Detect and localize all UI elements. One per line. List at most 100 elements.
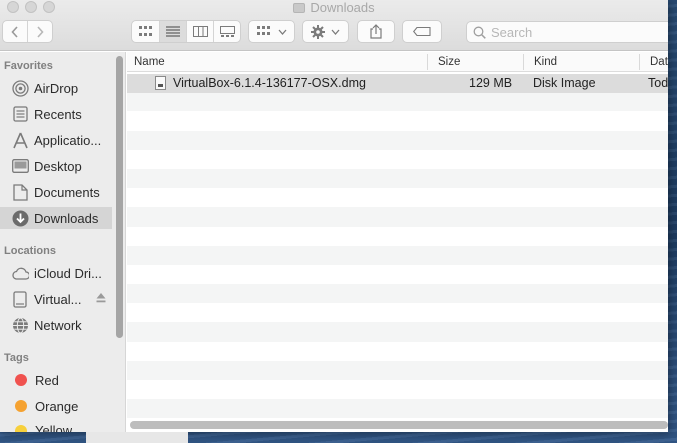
disk-image-file-icon: [155, 76, 166, 90]
locations-header: Locations: [4, 245, 56, 257]
search-field[interactable]: [466, 21, 668, 43]
column-view-icon: [192, 26, 208, 37]
sidebar: Favorites AirDrop Recents Applicatio... …: [0, 52, 126, 432]
empty-row: [127, 188, 668, 207]
column-header-size[interactable]: Size: [438, 56, 460, 68]
red-tag-icon: [15, 374, 27, 386]
sidebar-item-airdrop[interactable]: AirDrop: [0, 77, 112, 99]
file-name: VirtualBox-6.1.4-136177-OSX.dmg: [173, 76, 366, 90]
sidebar-item-label: Desktop: [34, 158, 82, 174]
file-date: Tod: [648, 76, 668, 90]
toolbar: Downloads: [0, 0, 668, 51]
file-kind: Disk Image: [533, 76, 596, 90]
folder-icon: [293, 3, 306, 13]
empty-row: [127, 168, 668, 189]
edit-tags-button[interactable]: [402, 20, 442, 43]
navigation-group: [2, 20, 53, 43]
share-button[interactable]: [357, 20, 395, 43]
sidebar-item-label: Applicatio...: [34, 132, 102, 148]
empty-row: [127, 150, 668, 169]
file-list: Name Size Kind Date: [127, 52, 668, 432]
icon-view-button[interactable]: [132, 21, 160, 42]
desktop-icon: [11, 157, 29, 175]
view-mode-group: [131, 20, 241, 43]
airdrop-icon: [11, 79, 29, 97]
recents-icon: [11, 105, 29, 123]
documents-icon: [11, 183, 29, 201]
search-icon: [473, 26, 486, 39]
empty-row: [127, 111, 668, 130]
sidebar-item-documents[interactable]: Documents: [0, 181, 112, 203]
column-divider[interactable]: [639, 54, 640, 70]
group-by-button[interactable]: [248, 20, 295, 43]
sidebar-item-label: Downloads: [34, 210, 99, 226]
search-input[interactable]: [491, 24, 661, 40]
empty-row: [127, 322, 668, 342]
sidebar-item-applications[interactable]: Applicatio...: [0, 129, 112, 151]
sidebar-item-label: Network: [34, 317, 82, 333]
applications-icon: [11, 131, 29, 149]
empty-row: [127, 399, 668, 419]
tags-header: Tags: [4, 352, 29, 364]
sidebar-item-downloads[interactable]: Downloads: [0, 207, 112, 229]
sidebar-item-label: AirDrop: [34, 80, 79, 96]
column-header-bar: Name Size Kind Date: [127, 52, 668, 72]
sidebar-item-virtual-disk[interactable]: Virtual...: [0, 288, 112, 310]
sidebar-item-desktop[interactable]: Desktop: [0, 155, 112, 177]
chevron-left-icon: [11, 25, 18, 38]
favorites-header: Favorites: [4, 60, 53, 72]
sidebar-item-icloud-drive[interactable]: iCloud Dri...: [0, 262, 112, 284]
sidebar-item-label: Documents: [34, 184, 100, 200]
sidebar-scrollbar[interactable]: [116, 56, 123, 338]
column-header-kind[interactable]: Kind: [534, 56, 557, 68]
icon-view-icon: [138, 26, 152, 36]
chevron-down-icon: [278, 29, 286, 35]
orange-tag-icon: [15, 400, 27, 412]
tag-icon: [413, 27, 431, 36]
list-view-button[interactable]: [160, 21, 187, 42]
file-size: 129 MB: [469, 76, 513, 90]
empty-row: [127, 227, 668, 246]
empty-row: [127, 342, 668, 361]
sidebar-item-tag-red[interactable]: Red: [0, 369, 112, 391]
gallery-view-button[interactable]: [214, 21, 240, 42]
empty-row: [127, 303, 668, 322]
group-by-icon: [256, 26, 270, 35]
chevron-right-icon: [37, 25, 44, 38]
back-button[interactable]: [3, 21, 28, 42]
finder-window: Downloads Search Favorites AirDrop Recen…: [0, 0, 668, 432]
column-header-date[interactable]: Date: [650, 56, 668, 68]
empty-row: [127, 92, 668, 112]
dock-edge: [86, 432, 188, 443]
forward-button[interactable]: [28, 21, 52, 42]
empty-row: [127, 284, 668, 304]
sidebar-item-recents[interactable]: Recents: [0, 103, 112, 125]
list-view-icon: [166, 26, 180, 37]
sidebar-item-label: Virtual...: [34, 291, 82, 307]
empty-row: [127, 207, 668, 227]
network-icon: [11, 316, 29, 334]
gear-icon: [311, 24, 325, 39]
column-divider[interactable]: [523, 54, 524, 70]
gallery-view-icon: [219, 26, 235, 37]
window-title-text: Downloads: [310, 0, 375, 15]
action-menu-button[interactable]: [302, 20, 349, 43]
empty-row: [127, 380, 668, 399]
disk-icon: [11, 290, 29, 308]
downloads-icon: [11, 209, 29, 227]
column-divider[interactable]: [427, 54, 428, 70]
column-view-button[interactable]: [187, 21, 214, 42]
empty-row: [127, 360, 668, 380]
sidebar-item-label: Red: [35, 372, 59, 388]
column-header-name[interactable]: Name: [134, 56, 165, 68]
sidebar-item-tag-orange[interactable]: Orange: [0, 395, 112, 417]
icloud-icon: [11, 264, 29, 282]
table-row[interactable]: VirtualBox-6.1.4-136177-OSX.dmg 129 MB D…: [127, 74, 668, 93]
empty-row: [127, 265, 668, 284]
sidebar-item-network[interactable]: Network: [0, 314, 112, 336]
chevron-down-icon: [331, 29, 340, 35]
eject-button[interactable]: [96, 292, 106, 304]
window-title: Downloads: [0, 0, 668, 16]
sidebar-item-tag-yellow[interactable]: Yellow: [0, 421, 112, 432]
horizontal-scrollbar[interactable]: [130, 421, 668, 429]
